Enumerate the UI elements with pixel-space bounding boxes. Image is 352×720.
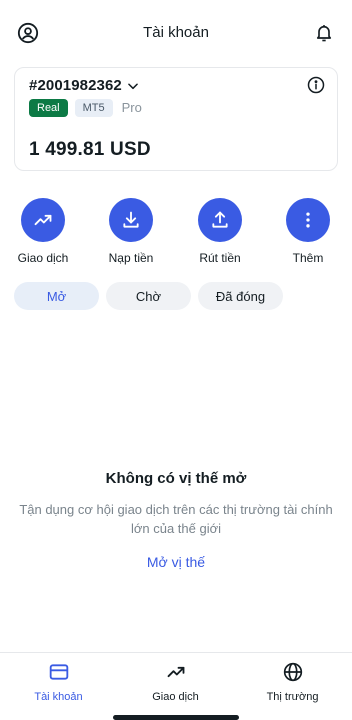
platform-badge: MT5 — [74, 99, 113, 117]
deposit-action-label: Nạp tiền — [108, 251, 154, 265]
account-balance: 1 499.81 USD — [29, 139, 151, 160]
nav-label-account: Tài khoản — [34, 691, 83, 703]
empty-state-title: Không có vị thế mở — [105, 470, 247, 487]
card-icon — [48, 661, 70, 683]
nav-item-account[interactable]: Tài khoản — [0, 661, 117, 703]
withdraw-action-label: Rút tiền — [199, 251, 241, 265]
nav-item-trade[interactable]: Giao dịch — [117, 661, 234, 703]
withdraw-action-button[interactable]: Rút tiền — [185, 198, 255, 265]
trend-up-icon — [21, 198, 65, 242]
globe-icon — [282, 661, 304, 683]
more-action-label: Thêm — [292, 251, 324, 265]
empty-state-description: Tận dụng cơ hội giao dịch trên các thị t… — [19, 502, 333, 536]
tab-open[interactable]: Mở — [14, 282, 99, 310]
account-card[interactable]: #2001982362 Real MT5 Pro 1 499.81 USD — [14, 67, 338, 171]
upload-icon — [198, 198, 242, 242]
trade-action-label: Giao dịch — [17, 251, 69, 265]
tab-pending[interactable]: Chờ — [106, 282, 191, 310]
real-badge: Real — [29, 99, 68, 117]
quick-actions: Giao dịch Nạp tiền Rút tiền Thêm — [0, 198, 352, 268]
open-position-link[interactable]: Mở vị thế — [147, 554, 205, 570]
tier-label: Pro — [121, 100, 142, 115]
app-header: Tài khoản — [0, 0, 352, 64]
account-number: #2001982362 — [29, 77, 122, 94]
chevron-down-icon — [126, 79, 140, 93]
bell-icon[interactable] — [312, 21, 336, 45]
account-selector[interactable]: #2001982362 — [29, 77, 140, 94]
more-action-button[interactable]: Thêm — [273, 198, 343, 265]
nav-label-markets: Thị trường — [266, 691, 319, 703]
page-title: Tài khoản — [143, 24, 209, 41]
trend-up-icon — [165, 661, 187, 683]
tab-closed[interactable]: Đã đóng — [198, 282, 283, 310]
home-indicator — [113, 715, 239, 720]
info-icon[interactable] — [307, 76, 325, 94]
download-icon — [109, 198, 153, 242]
trade-action-button[interactable]: Giao dịch — [8, 198, 78, 265]
nav-label-trade: Giao dịch — [152, 691, 199, 703]
bottom-nav: Tài khoản Giao dịch Thị trường — [0, 652, 352, 720]
empty-state: Không có vị thế mở Tận dụng cơ hội giao … — [0, 470, 352, 572]
account-badges: Real MT5 Pro — [29, 99, 144, 117]
nav-item-markets[interactable]: Thị trường — [234, 661, 351, 703]
deposit-action-button[interactable]: Nạp tiền — [96, 198, 166, 265]
more-vertical-icon — [286, 198, 330, 242]
